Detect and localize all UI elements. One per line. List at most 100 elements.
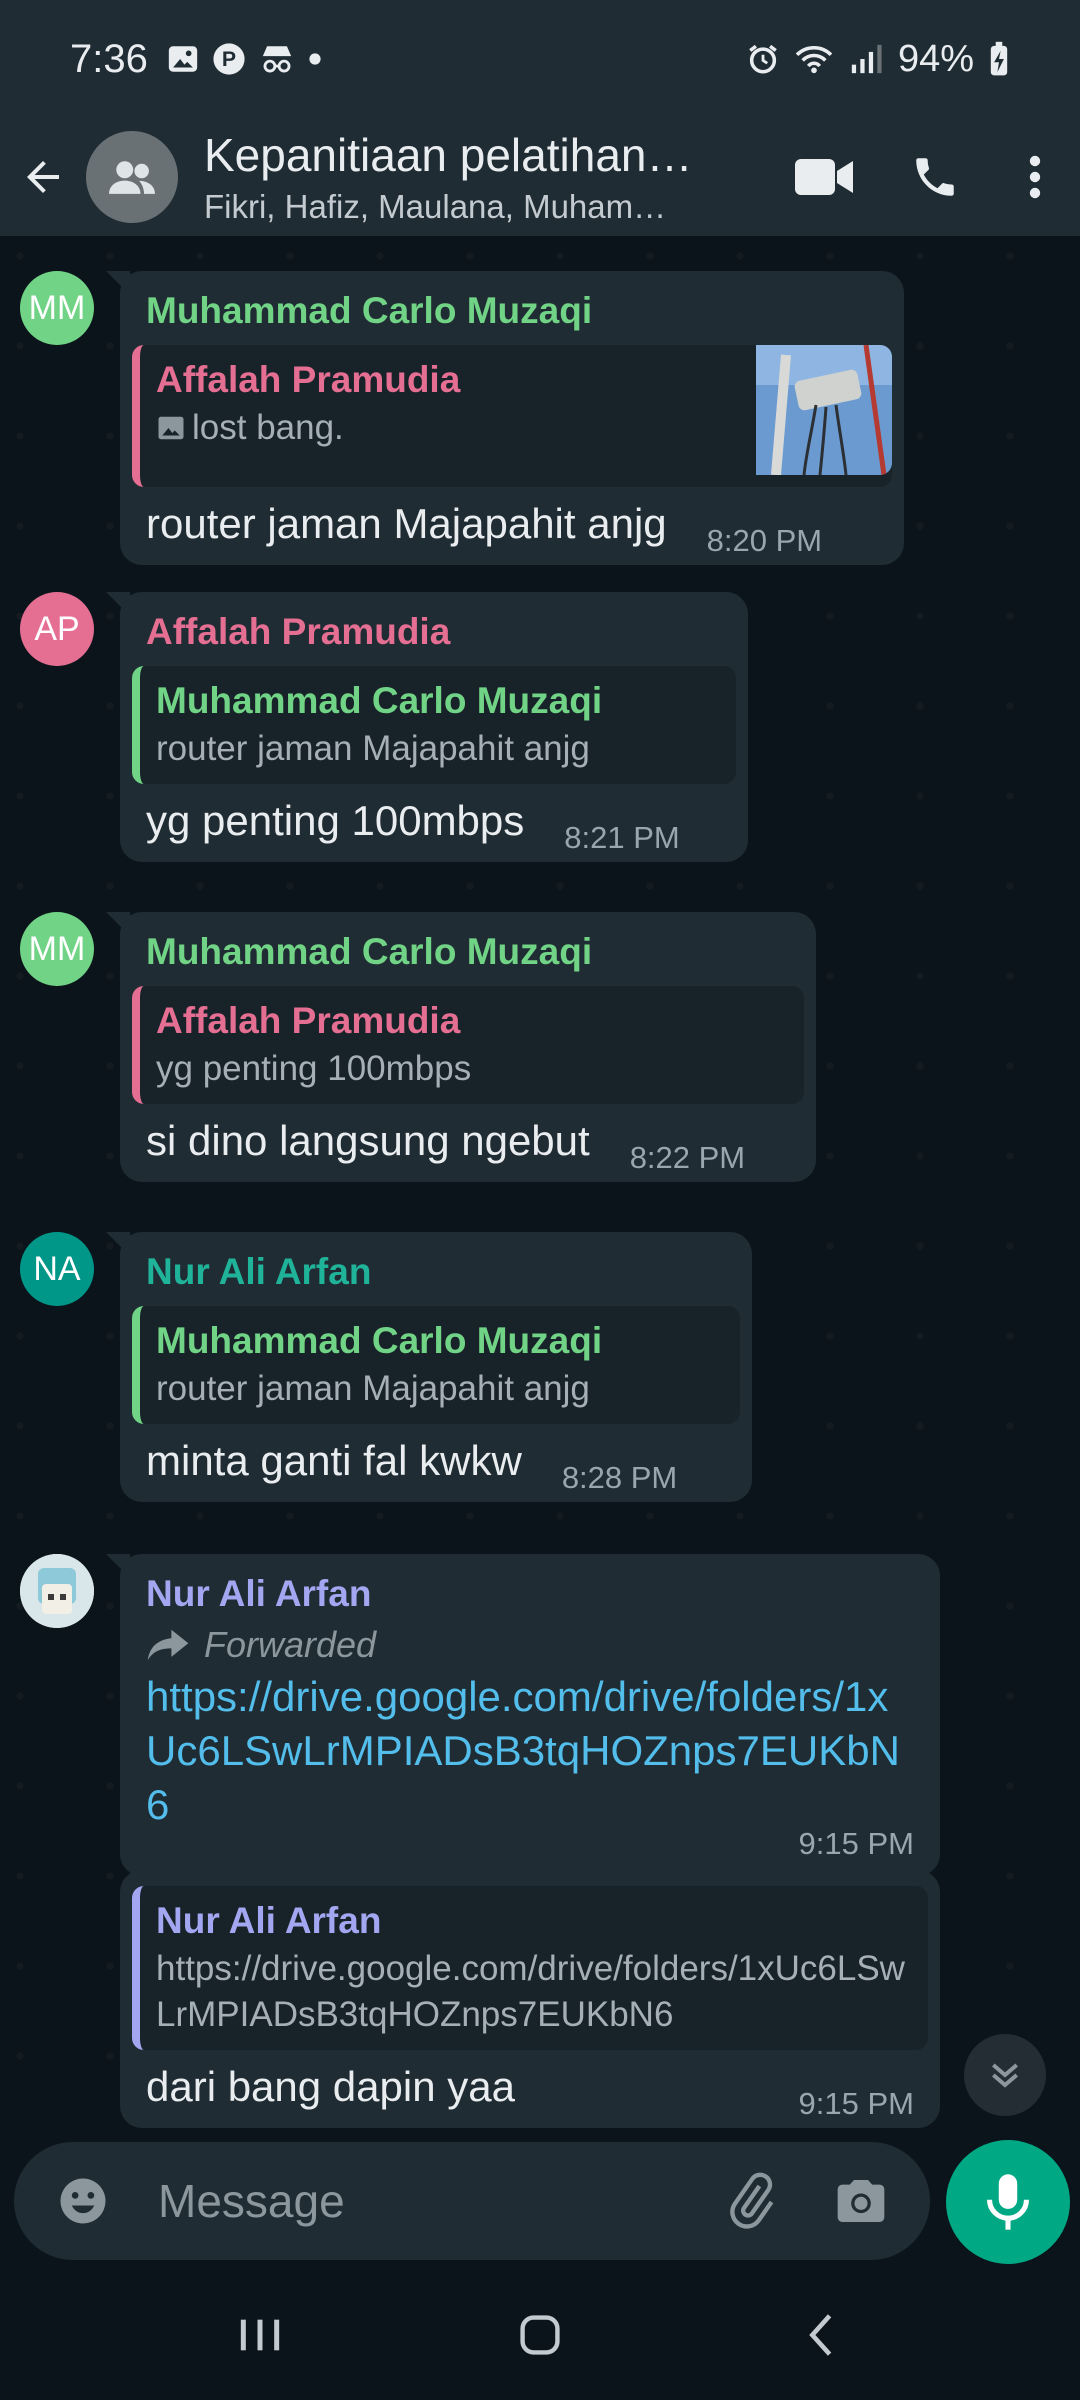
nav-back-button[interactable] <box>760 2285 880 2385</box>
chat-title-block[interactable]: Kepanitiaan pelatihan… Fikri, Hafiz, Mau… <box>204 128 770 226</box>
forward-icon <box>147 1629 189 1661</box>
svg-text:P: P <box>222 47 236 71</box>
system-nav-bar <box>0 2270 1080 2400</box>
voice-call-button[interactable] <box>880 118 990 236</box>
quoted-message[interactable]: Nur Ali Arfan https://drive.google.com/d… <box>132 1886 928 2050</box>
chat-header: Kepanitiaan pelatihan… Fikri, Hafiz, Mau… <box>0 118 1080 236</box>
dot-icon <box>308 52 322 66</box>
group-members: Fikri, Hafiz, Maulana, Muham… <box>204 188 667 225</box>
sender-avatar[interactable]: MM <box>20 271 94 345</box>
more-options-button[interactable] <box>990 118 1080 236</box>
whatsapp-group-chat-screen: 7:36 P 94% Kepanitiaan pelatihan… Fikri,… <box>0 0 1080 2400</box>
message-time-row: 9:15 PM <box>146 1826 914 1862</box>
message-bubble[interactable]: Affalah Pramudia Muhammad Carlo Muzaqi r… <box>106 592 748 862</box>
back-icon <box>809 2314 832 2356</box>
quoted-image-thumbnail <box>756 345 892 475</box>
message-bubble[interactable]: Nur Ali Arfan Muhammad Carlo Muzaqi rout… <box>106 1232 752 1502</box>
message-list[interactable]: MM Muhammad Carlo Muzaqi Affalah Pramudi… <box>0 236 1080 2136</box>
pinterest-icon: P <box>212 42 246 76</box>
sender-avatar[interactable]: NA <box>20 1232 94 1306</box>
more-vert-icon <box>1029 155 1041 199</box>
message-text: dari bang dapin yaa <box>146 2063 515 2110</box>
back-arrow-icon <box>27 161 59 193</box>
quoted-sender: Affalah Pramudia <box>156 1000 461 1041</box>
message-link[interactable]: https://drive.google.com/drive/folders/1… <box>146 1670 906 1832</box>
scroll-to-bottom-button[interactable] <box>964 2034 1046 2116</box>
quoted-text: lost bang. <box>192 408 344 447</box>
emoji-button[interactable] <box>38 2156 128 2246</box>
message-text: minta ganti fal kwkw <box>146 1437 522 1484</box>
forwarded-label: Forwarded <box>204 1624 377 1665</box>
camera-icon <box>837 2180 885 2222</box>
sender-avatar-photo[interactable] <box>20 1554 94 1628</box>
signal-icon <box>848 42 884 76</box>
video-call-button[interactable] <box>770 118 880 236</box>
forwarded-label-row: Forwarded <box>146 1624 914 1666</box>
wifi-icon <box>794 42 834 76</box>
quoted-text: https://drive.google.com/drive/folders/1… <box>156 1949 905 2034</box>
phone-icon <box>916 158 954 196</box>
message-input[interactable]: Message <box>158 2174 706 2228</box>
quoted-sender: Nur Ali Arfan <box>156 1900 382 1941</box>
double-chevron-down-icon <box>992 2063 1018 2088</box>
sender-avatar[interactable]: AP <box>20 592 94 666</box>
quoted-message[interactable]: Affalah Pramudia yg penting 100mbps <box>132 986 804 1104</box>
message-text: router jaman Majapahit anjg <box>146 500 667 547</box>
quoted-sender: Muhammad Carlo Muzaqi <box>156 680 603 721</box>
photo-icon <box>158 416 184 440</box>
recents-icon <box>240 2319 280 2351</box>
mic-icon <box>987 2174 1029 2230</box>
message-composer: Message <box>0 2136 1080 2270</box>
emoji-icon <box>60 2178 106 2224</box>
quoted-text: router jaman Majapahit anjg <box>156 1369 590 1408</box>
quoted-sender: Muhammad Carlo Muzaqi <box>156 1320 603 1361</box>
status-bar: 7:36 P 94% <box>0 0 1080 118</box>
message-time: 8:21 PM <box>564 820 680 855</box>
attach-button[interactable] <box>706 2156 796 2246</box>
gallery-icon <box>166 42 200 76</box>
message-text: si dino langsung ngebut <box>146 1117 590 1164</box>
camera-button[interactable] <box>816 2156 906 2246</box>
battery-charging-icon <box>988 41 1010 77</box>
message-input-pill[interactable]: Message <box>14 2142 930 2260</box>
system-status-icons: 94% <box>746 38 1010 81</box>
status-time: 7:36 <box>70 36 148 81</box>
battery-percent: 94% <box>897 37 974 80</box>
group-avatar[interactable] <box>86 131 178 223</box>
message-time: 8:20 PM <box>706 523 823 558</box>
message-time: 9:15 PM <box>798 2086 914 2121</box>
sender-name: Muhammad Carlo Muzaqi <box>146 931 593 972</box>
quoted-message[interactable]: Muhammad Carlo Muzaqi router jaman Majap… <box>132 1306 740 1424</box>
message-bubble[interactable]: Nur Ali Arfan Forwarded https://drive.go… <box>106 1554 940 1876</box>
home-button[interactable] <box>480 2285 600 2385</box>
message-body: si dino langsung ngebut 8:22 PM <box>146 1114 790 1175</box>
voice-message-button[interactable] <box>946 2140 1070 2264</box>
quoted-message[interactable]: Affalah Pramudia lost bang. <box>132 345 892 487</box>
message-body: dari bang dapin yaa 9:15 PM <box>146 2060 914 2121</box>
sender-name: Muhammad Carlo Muzaqi <box>146 290 593 331</box>
home-icon <box>520 2315 560 2355</box>
group-title: Kepanitiaan pelatihan… <box>204 129 693 181</box>
incognito-icon <box>258 42 296 76</box>
sender-avatar[interactable]: MM <box>20 912 94 986</box>
recents-button[interactable] <box>200 2285 320 2385</box>
message-text: yg penting 100mbps <box>146 797 525 844</box>
message-body: router jaman Majapahit anjg 8:20 PM <box>146 497 878 558</box>
message-time: 8:28 PM <box>561 1460 678 1495</box>
back-button[interactable] <box>0 118 86 236</box>
message-body: yg penting 100mbps 8:21 PM <box>146 794 722 855</box>
sender-name: Nur Ali Arfan <box>146 1251 372 1292</box>
sender-name: Nur Ali Arfan <box>146 1573 372 1614</box>
message-bubble[interactable]: Nur Ali Arfan https://drive.google.com/d… <box>120 1870 940 2128</box>
sender-name: Affalah Pramudia <box>146 611 451 652</box>
message-body: minta ganti fal kwkw 8:28 PM <box>146 1434 726 1495</box>
attach-icon <box>730 2172 774 2229</box>
group-icon <box>109 161 155 194</box>
message-bubble[interactable]: Muhammad Carlo Muzaqi Affalah Pramudia l… <box>106 271 904 565</box>
quoted-message[interactable]: Muhammad Carlo Muzaqi router jaman Majap… <box>132 666 736 784</box>
quoted-text: yg penting 100mbps <box>156 1049 472 1088</box>
message-bubble[interactable]: Muhammad Carlo Muzaqi Affalah Pramudia y… <box>106 912 816 1182</box>
quoted-text: router jaman Majapahit anjg <box>156 729 590 768</box>
notification-icons: P <box>166 42 322 76</box>
video-call-icon <box>795 159 853 195</box>
